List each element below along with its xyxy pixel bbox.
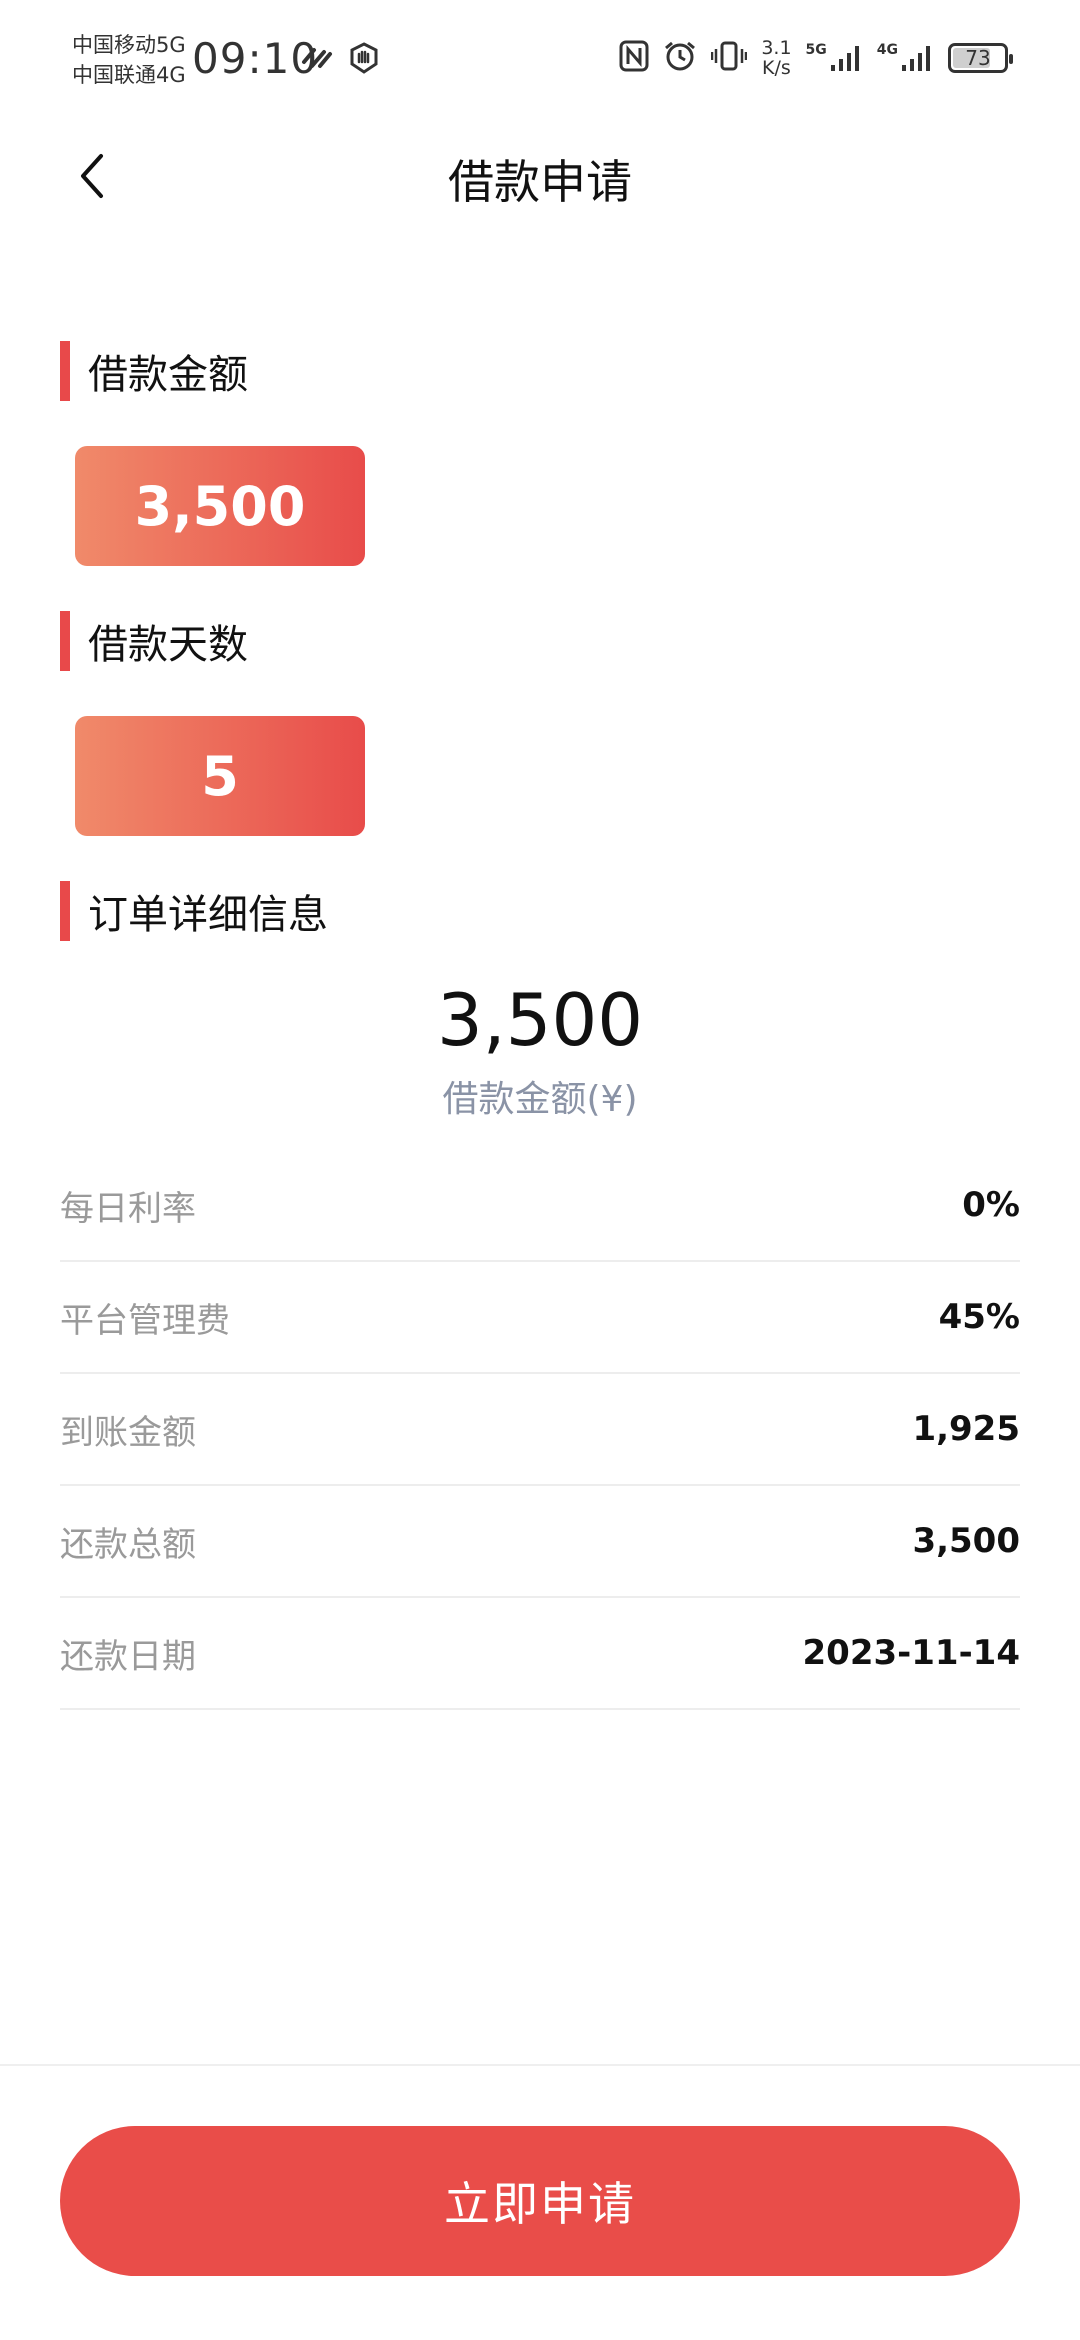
carrier-2: 中国联通4G — [72, 63, 186, 87]
order-details-label: 订单详细信息 — [88, 892, 328, 938]
net-speed: 3.1 K/s — [761, 37, 792, 79]
battery-icon: 73 — [948, 43, 1013, 73]
battery-percent: 73 — [965, 46, 991, 70]
signal-2-label: 4G — [876, 42, 898, 58]
summary-amount-caption: 借款金额(¥) — [442, 1079, 638, 1120]
detail-value: 45% — [938, 1297, 1020, 1337]
detail-label: 还款总额 — [60, 1524, 196, 1565]
detail-value: 1,925 — [912, 1409, 1020, 1449]
carrier-info: 中国移动5G 中国联通4G — [72, 30, 186, 90]
link-icon — [300, 42, 334, 78]
loan-days-chip[interactable]: 5 — [75, 716, 365, 836]
loan-days-section-label: 借款天数 — [60, 611, 248, 671]
detail-row-platform-fee: 平台管理费 45% — [60, 1262, 1020, 1374]
detail-label: 每日利率 — [60, 1188, 196, 1229]
header: 借款申请 — [0, 130, 1080, 220]
summary-amount: 3,500 — [436, 978, 644, 1062]
detail-row-daily-rate: 每日利率 0% — [60, 1150, 1020, 1262]
signal-1: 5G — [806, 43, 863, 73]
section-accent-bar — [60, 611, 70, 671]
loan-amount-label: 借款金额 — [88, 352, 248, 398]
apply-now-button[interactable]: 立即申请 — [60, 2126, 1020, 2276]
detail-value: 0% — [962, 1185, 1020, 1225]
detail-row-repayment-total: 还款总额 3,500 — [60, 1486, 1020, 1598]
loan-days-label: 借款天数 — [88, 622, 248, 668]
hand-icon — [348, 42, 380, 78]
detail-row-repayment-date: 还款日期 2023-11-14 — [60, 1598, 1020, 1710]
page-title: 借款申请 — [448, 155, 632, 209]
carrier-1: 中国移动5G — [72, 33, 186, 57]
detail-row-received-amount: 到账金额 1,925 — [60, 1374, 1020, 1486]
order-details-section-label: 订单详细信息 — [60, 881, 328, 941]
detail-value: 3,500 — [912, 1521, 1020, 1561]
section-accent-bar — [60, 341, 70, 401]
detail-label: 到账金额 — [60, 1412, 196, 1453]
loan-amount-chip[interactable]: 3,500 — [75, 446, 365, 566]
vibrate-icon — [711, 40, 748, 76]
section-accent-bar — [60, 881, 70, 941]
status-right-icons: 3.1 K/s 5G 4G 73 — [619, 37, 1013, 79]
status-left-icons — [300, 42, 380, 78]
nfc-icon — [619, 40, 649, 76]
bottom-divider — [0, 2064, 1080, 2066]
signal-strength-icon — [830, 46, 859, 71]
alarm-icon — [663, 40, 697, 76]
detail-label: 还款日期 — [60, 1636, 196, 1677]
signal-strength-icon — [902, 46, 930, 71]
signal-1-label: 5G — [805, 42, 827, 58]
signal-2: 4G — [877, 43, 934, 73]
loan-amount-section-label: 借款金额 — [60, 341, 248, 401]
detail-value: 2023-11-14 — [802, 1633, 1020, 1673]
order-detail-list: 每日利率 0% 平台管理费 45% 到账金额 1,925 还款总额 3,500 … — [60, 1150, 1020, 1710]
status-bar: 中国移动5G 中国联通4G 09:10 3.1 K/s 5G 4G 73 — [0, 0, 1080, 120]
detail-label: 平台管理费 — [60, 1300, 230, 1341]
